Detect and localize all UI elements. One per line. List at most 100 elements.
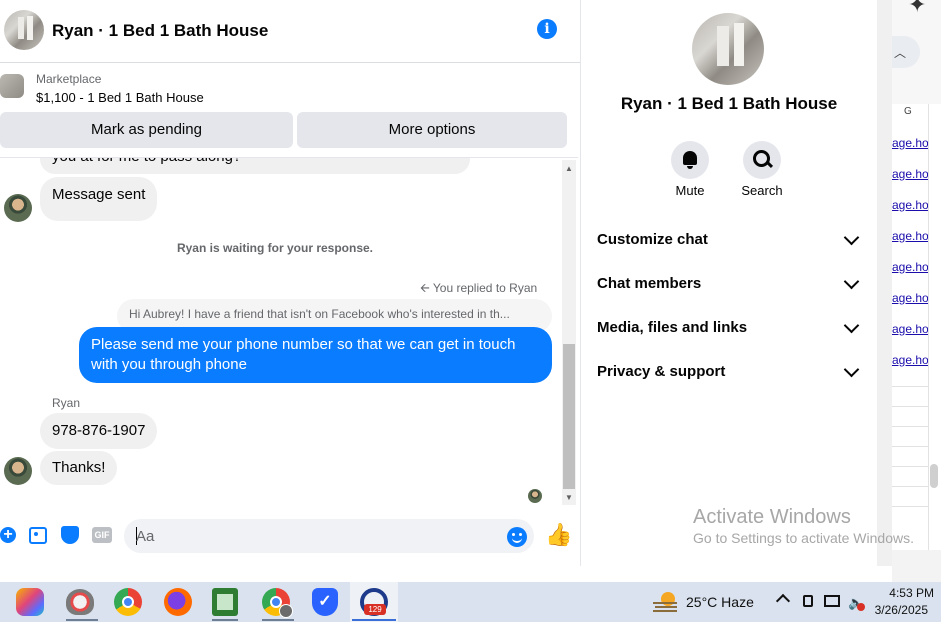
sheet-link[interactable]: age.ho [892,198,928,212]
taskbar-running-indicator [352,619,396,621]
sheet-gridline [892,466,928,467]
background-spreadsheet: ︿ G age.ho age.ho age.ho age.ho age.ho a… [892,0,941,582]
notepad-icon[interactable] [212,588,238,616]
sheet-gridline [892,406,928,407]
bell-icon [683,151,697,165]
muted-badge [857,603,865,611]
sparkle-icon[interactable]: ✦ [908,0,926,18]
sheet-link[interactable]: age.ho [892,291,928,305]
listing-title[interactable]: $1,100 - 1 Bed 1 Bath House [36,90,204,105]
panel-avatar[interactable] [692,13,764,85]
sheet-column-header: G [904,106,912,117]
outgoing-message[interactable]: Please send me your phone number so that… [79,327,552,383]
sheet-link[interactable]: age.ho [892,167,928,181]
chevron-down-icon [843,361,860,378]
taskbar-running-indicator [66,619,98,621]
sheet-gridline [928,104,929,550]
mark-as-pending-button[interactable]: Mark as pending [0,112,293,148]
chevron-down-icon [843,317,860,334]
sheet-link[interactable]: age.ho [892,136,928,150]
photo-icon[interactable] [29,527,47,544]
copilot-icon[interactable] [16,588,44,616]
reply-indicator-text: You replied to Ryan [432,281,538,295]
thumbs-up-icon[interactable]: 👍 [545,522,572,548]
more-options-button[interactable]: More options [297,112,567,148]
taskbar-running-indicator [212,619,238,621]
sheet-gridline [892,486,928,487]
sheet-link[interactable]: age.ho [892,353,928,367]
message-text: Message sent [52,186,146,203]
message-bubble[interactable]: Message sent [40,177,158,221]
panel-scrollbar[interactable] [877,0,892,566]
section-label: Customize chat [597,231,708,248]
scroll-down-arrow-icon[interactable]: ▼ [565,493,573,502]
emoji-icon[interactable] [507,527,527,547]
sheet-link[interactable]: age.ho [892,229,928,243]
sheet-link[interactable]: age.ho [892,260,928,274]
message-text: you at for me to pass along? [52,158,241,165]
message-scrollbar-thumb[interactable] [563,344,575,489]
chrome-icon[interactable] [114,588,142,616]
section-label: Privacy & support [597,363,726,380]
network-icon[interactable] [824,595,840,607]
vpn-shield-icon[interactable]: ✓ [312,588,338,616]
chat-avatar[interactable] [4,10,44,50]
chrome-profile-icon[interactable] [262,588,293,618]
section-privacy-support[interactable]: Privacy & support [581,354,877,388]
weather-haze-icon[interactable] [653,590,679,614]
waiting-status: Ryan is waiting for your response. [176,241,374,255]
message-text: 978-876-1907 [52,422,146,439]
section-chat-members[interactable]: Chat members [581,266,877,300]
taskbar-running-indicator [262,619,294,621]
firefox-icon[interactable] [164,588,192,616]
search-button[interactable] [743,141,781,179]
sheet-gridline [892,446,928,447]
device-icon[interactable] [803,595,813,607]
panel-title: Ryan · 1 Bed 1 Bath House [620,94,838,113]
section-label: Media, files and links [597,319,748,336]
reply-indicator: 🡨 You replied to Ryan [420,279,537,300]
read-receipt-avatar [528,489,542,503]
section-media-files-links[interactable]: Media, files and links [581,310,877,344]
sticker-icon[interactable] [61,526,79,544]
reply-arrow-icon: 🡨 [420,281,430,295]
mute-label: Mute [675,183,705,198]
message-text: with you through phone [91,356,247,373]
info-icon[interactable]: i [537,19,557,39]
chevron-down-icon [843,229,860,246]
message-bubble[interactable]: Thanks! [40,451,118,485]
plus-icon[interactable]: + [0,527,16,543]
chevron-up-icon[interactable]: ︿ [894,44,906,61]
sheet-gridline [892,386,928,387]
avatar[interactable] [4,194,32,222]
notification-badge: 129 [364,604,386,615]
search-label: Search [741,183,783,198]
section-label: Chat members [597,275,702,292]
section-customize-chat[interactable]: Customize chat [581,222,877,256]
marketplace-label: Marketplace [36,72,102,86]
listing-thumbnail[interactable] [0,74,24,98]
sheet-link[interactable]: age.ho [892,322,928,336]
clock-date[interactable]: 3/26/2025 [868,603,928,617]
message-bubble[interactable]: 978-876-1907 [40,413,158,449]
message-list: you at for me to pass along? Message sen… [0,157,578,508]
mute-button[interactable] [671,141,709,179]
activate-windows-title: Activate Windows [693,506,851,528]
message-text: Thanks! [52,459,106,476]
gif-icon[interactable]: GIF [92,527,112,543]
activate-windows-subtitle: Go to Settings to activate Windows. [693,530,914,546]
sheet-scrollbar[interactable] [930,464,938,488]
message-input[interactable] [124,519,534,553]
weather-text[interactable]: 25°C Haze [686,594,754,610]
message-text: Please send me your phone number so that… [91,336,516,353]
chat-title[interactable]: Ryan · 1 Bed 1 Bath House [52,21,268,41]
chevron-down-icon [843,273,860,290]
quoted-text: Hi Aubrey! I have a friend that isn't on… [129,307,510,321]
message-input-placeholder: Aa [136,528,155,545]
scroll-up-arrow-icon[interactable]: ▲ [565,164,573,173]
clock-time[interactable]: 4:53 PM [868,586,934,600]
sender-name: Ryan [52,396,81,410]
snipping-tool-icon[interactable] [66,589,94,615]
message-bubble[interactable]: you at for me to pass along? [40,158,470,174]
avatar[interactable] [4,457,32,485]
